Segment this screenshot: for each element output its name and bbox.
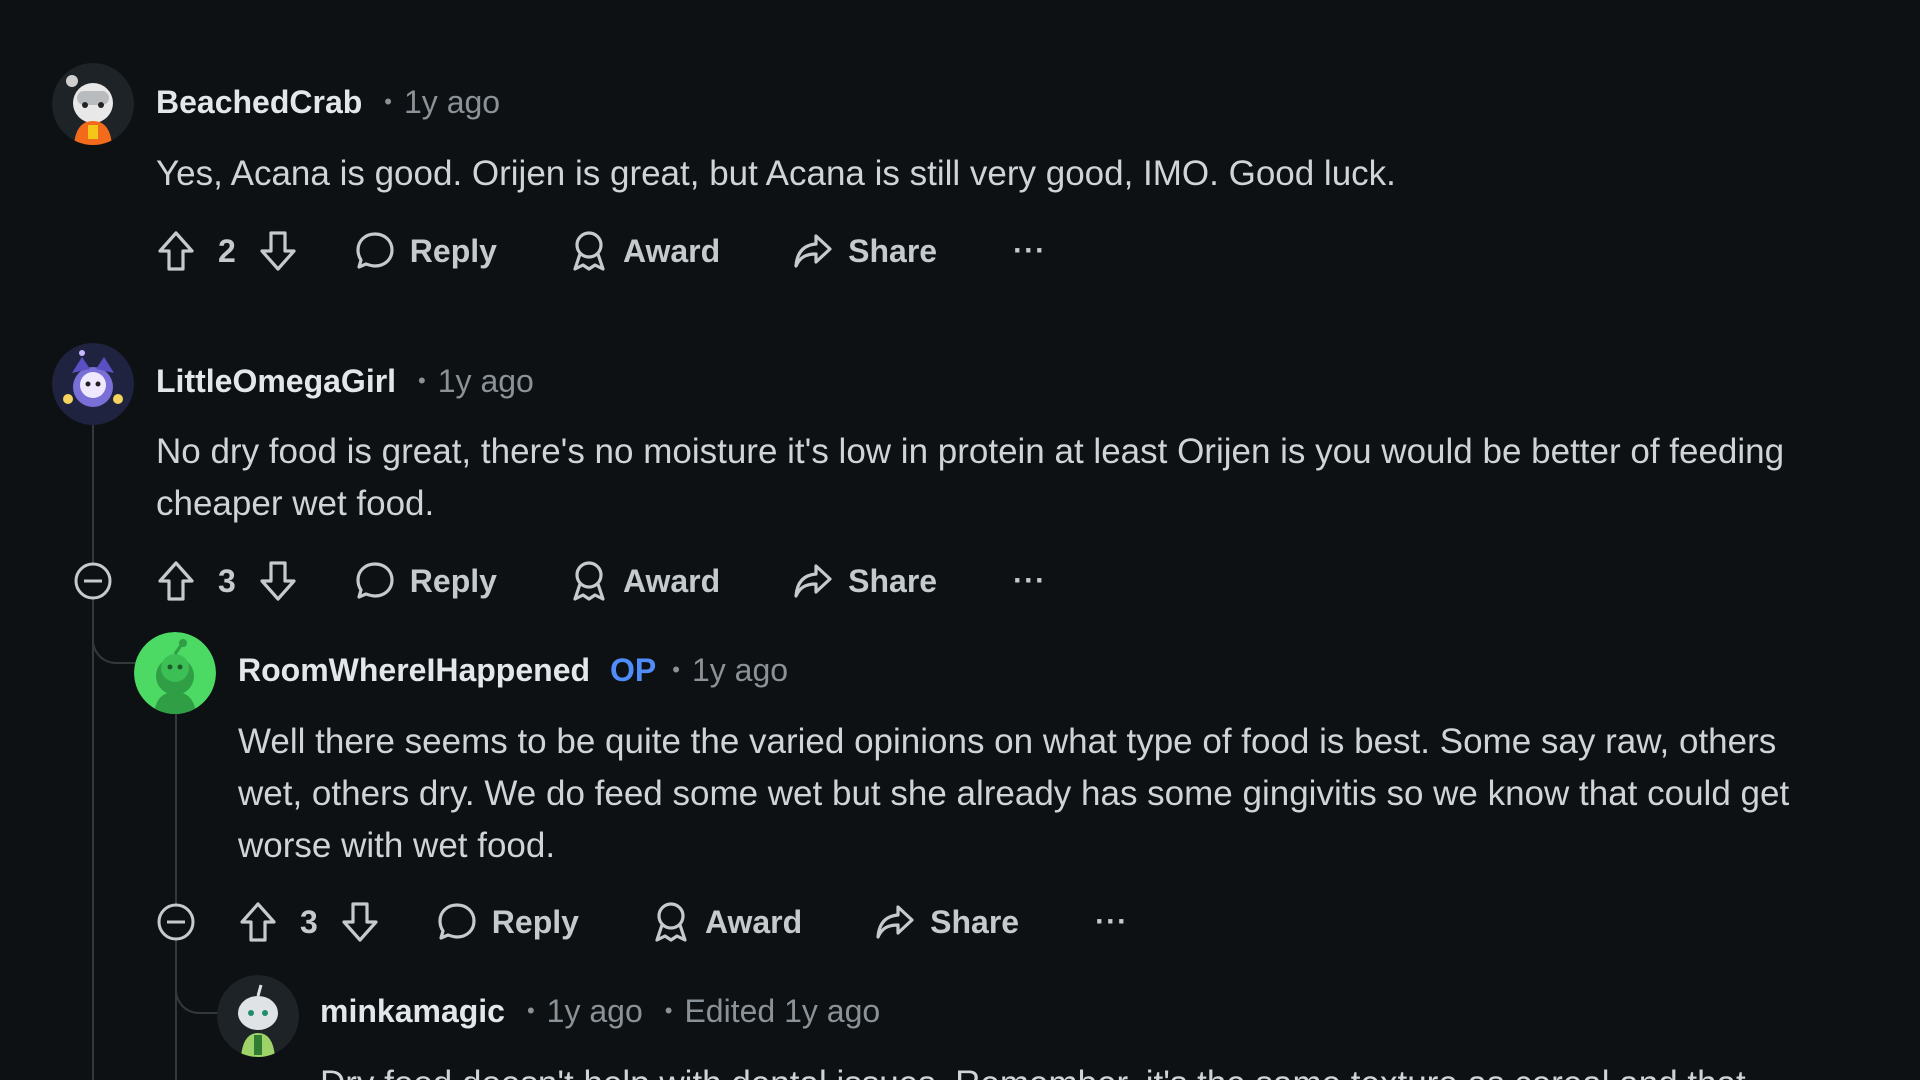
thread-branch-to-nested-reply <box>175 952 219 1014</box>
share-icon <box>792 231 834 271</box>
reply-label: Reply <box>409 562 497 599</box>
comment-meta: minkamagic • 1y ago • Edited 1y ago <box>320 991 880 1031</box>
share-icon <box>874 902 916 942</box>
comment-body: Dry food doesn't help with dental issues… <box>320 1058 1746 1080</box>
share-button[interactable]: Share <box>792 561 937 601</box>
minus-circle-icon <box>157 903 195 941</box>
upvote-icon[interactable] <box>238 900 278 944</box>
comment-body: Yes, Acana is good. Orijen is great, but… <box>156 148 1396 200</box>
share-label: Share <box>848 232 938 269</box>
award-label: Award <box>622 232 721 269</box>
share-button[interactable]: Share <box>792 231 937 271</box>
comment-thread: BeachedCrab • 1y ago Yes, Acana is good.… <box>0 0 1920 1080</box>
separator-dot: • <box>384 89 392 114</box>
separator-dot: • <box>526 998 535 1023</box>
reply-button[interactable]: Reply <box>436 901 579 943</box>
comment-meta: LittleOmegaGirl • 1y ago <box>156 361 534 401</box>
avatar[interactable] <box>217 975 299 1057</box>
award-label: Award <box>622 562 721 599</box>
vote-count: 3 <box>218 562 236 599</box>
reply-label: Reply <box>491 903 579 940</box>
comment-body-line: Dry food doesn't help with dental issues… <box>320 1058 1746 1080</box>
comment-bubble-icon <box>436 901 478 943</box>
comment-actions: 3 Reply Award Share ··· <box>238 894 1128 950</box>
collapse-thread-button[interactable] <box>156 902 196 942</box>
avatar-roomwhereihappened-image <box>134 632 216 714</box>
comment-body-line: No dry food is great, there's no moistur… <box>156 432 1785 471</box>
more-options-button[interactable]: ··· <box>1013 234 1046 268</box>
reply-button[interactable]: Reply <box>354 560 497 602</box>
separator-dot: • <box>664 998 673 1023</box>
more-options-button[interactable]: ··· <box>1013 564 1046 598</box>
share-label: Share <box>848 562 938 599</box>
downvote-icon[interactable] <box>258 229 298 273</box>
comment-body: No dry food is great, there's no moistur… <box>156 426 1784 530</box>
comment-meta: BeachedCrab • 1y ago <box>156 82 500 122</box>
separator-dot: • <box>672 657 680 682</box>
edited-timestamp: Edited 1y ago <box>684 992 881 1029</box>
award-icon <box>569 559 609 603</box>
downvote-icon[interactable] <box>340 900 380 944</box>
avatar[interactable] <box>52 343 134 425</box>
avatar-littleomegagirl-image <box>52 343 134 425</box>
avatar-beachedcrab-image <box>52 63 134 145</box>
comment-body-line: Well there seems to be quite the varied … <box>238 722 1777 761</box>
collapse-thread-button[interactable] <box>73 561 113 601</box>
award-button[interactable]: Award <box>569 229 720 273</box>
comment-actions: 3 Reply Award Share ··· <box>156 553 1046 609</box>
award-icon <box>651 900 691 944</box>
upvote-icon[interactable] <box>156 559 196 603</box>
username[interactable]: minkamagic <box>320 993 505 1030</box>
reply-button[interactable]: Reply <box>354 230 497 272</box>
share-icon <box>792 561 834 601</box>
username[interactable]: BeachedCrab <box>156 84 362 121</box>
avatar[interactable] <box>134 632 216 714</box>
minus-circle-icon <box>74 562 112 600</box>
comment-body: Well there seems to be quite the varied … <box>238 716 1789 872</box>
award-label: Award <box>704 903 803 940</box>
share-label: Share <box>930 903 1020 940</box>
thread-line-level-2[interactable] <box>175 714 177 1080</box>
timestamp[interactable]: 1y ago <box>438 363 534 400</box>
vote-count: 2 <box>218 232 236 269</box>
op-badge: OP <box>610 651 657 688</box>
vote-count: 3 <box>300 903 318 940</box>
thread-branch-to-reply <box>92 612 136 664</box>
award-button[interactable]: Award <box>651 900 802 944</box>
separator-dot: • <box>418 368 426 393</box>
comment-meta: RoomWhereIHappened OP • 1y ago <box>238 650 788 690</box>
avatar-minkamagic-image <box>217 975 299 1057</box>
share-button[interactable]: Share <box>874 902 1019 942</box>
downvote-icon[interactable] <box>258 559 298 603</box>
upvote-icon[interactable] <box>156 229 196 273</box>
comment-bubble-icon <box>354 560 396 602</box>
more-options-button[interactable]: ··· <box>1095 905 1128 939</box>
comment-body-line: wet, others dry. We do feed some wet but… <box>238 774 1790 813</box>
username[interactable]: RoomWhereIHappened <box>238 652 590 689</box>
award-icon <box>569 229 609 273</box>
comment-bubble-icon <box>354 230 396 272</box>
username[interactable]: LittleOmegaGirl <box>156 363 396 400</box>
timestamp[interactable]: 1y ago <box>692 652 788 689</box>
thread-line-level-1[interactable] <box>92 425 94 1080</box>
timestamp[interactable]: 1y ago <box>404 84 500 121</box>
timestamp[interactable]: 1y ago <box>547 993 643 1030</box>
comment-actions: 2 Reply Award Share ··· <box>156 223 1046 279</box>
award-button[interactable]: Award <box>569 559 720 603</box>
comment-body-line: worse with wet food. <box>238 826 556 865</box>
comment-body-line: cheaper wet food. <box>156 484 435 523</box>
avatar[interactable] <box>52 63 134 145</box>
comment-body-line: Yes, Acana is good. Orijen is great, but… <box>156 154 1396 193</box>
reply-label: Reply <box>409 232 497 269</box>
